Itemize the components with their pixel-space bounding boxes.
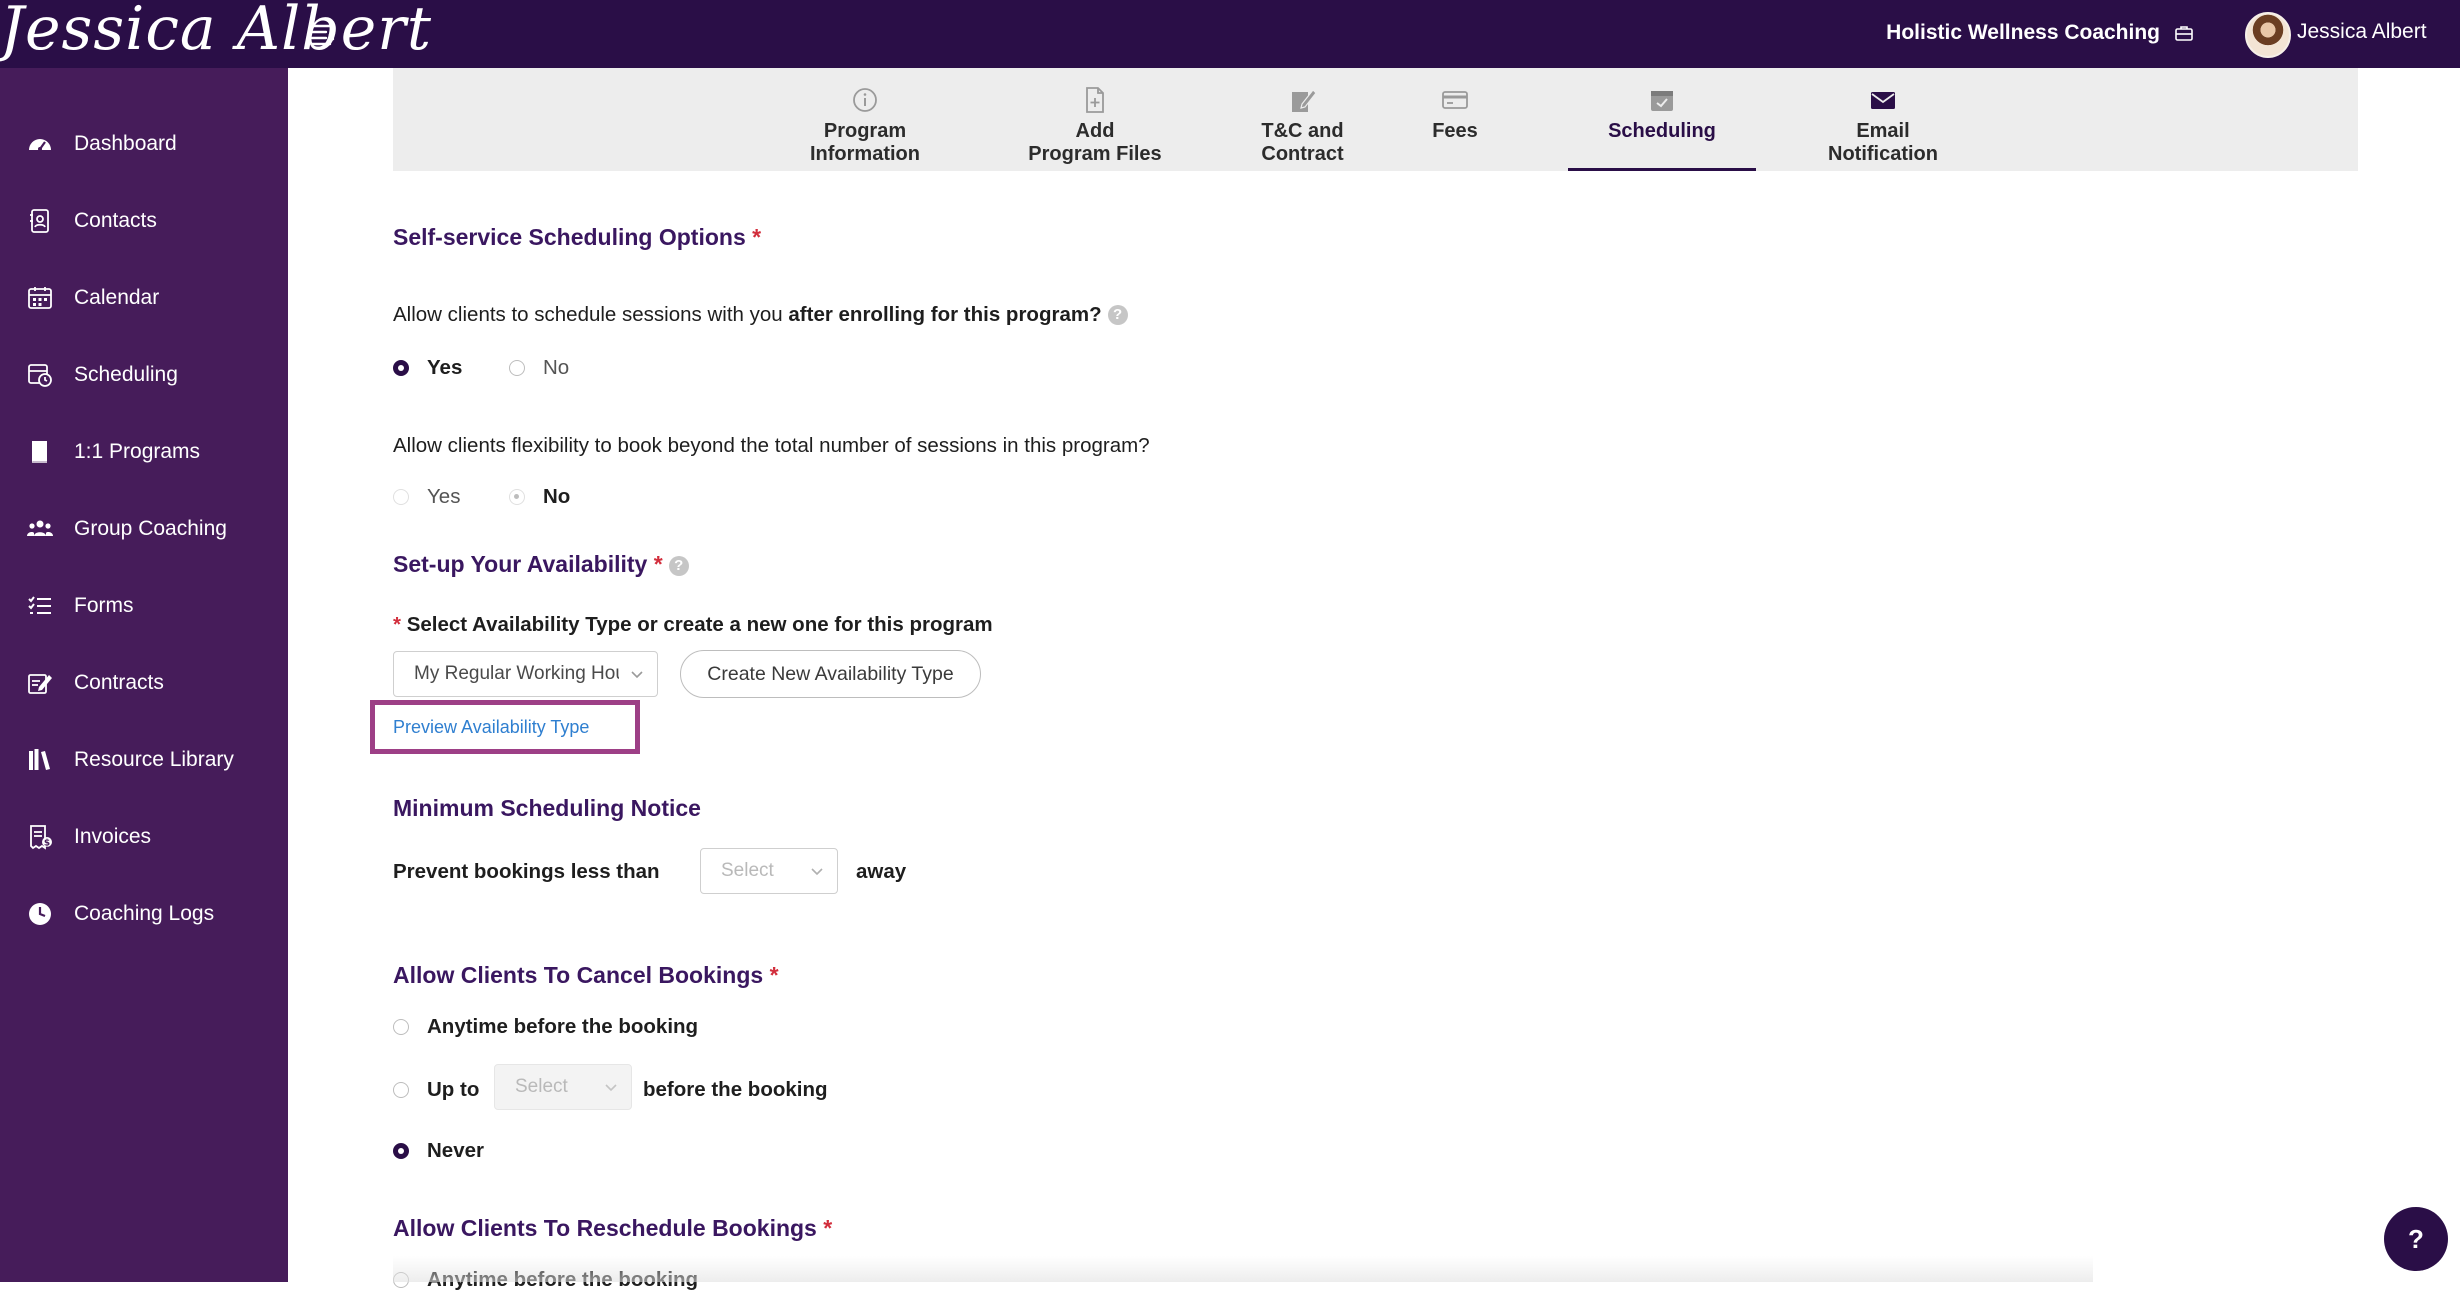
availability-type-select[interactable]: My Regular Working Hours <box>393 651 658 697</box>
book-icon <box>26 438 54 466</box>
sidebar-item-calendar[interactable]: Calendar <box>0 268 288 328</box>
sidebar-item-group-coaching[interactable]: Group Coaching <box>0 499 288 559</box>
sidebar-item-coaching-logs[interactable]: Coaching Logs <box>0 884 288 944</box>
sidebar-item-label: Calendar <box>74 286 160 309</box>
sidebar-item-contracts[interactable]: Contracts <box>0 653 288 713</box>
radio-selected[interactable] <box>393 1143 409 1159</box>
tab-scheduling[interactable]: Scheduling <box>1568 68 1756 171</box>
sidebar-item-label: Contacts <box>74 209 157 232</box>
top-bar: Jessica Albert Holistic Wellness Coachin… <box>0 0 2460 68</box>
avatar[interactable] <box>2245 12 2291 58</box>
sidebar-item-programs[interactable]: 1:1 Programs <box>0 422 288 482</box>
file-add-icon <box>1086 87 1104 113</box>
sidebar-item-label: 1:1 Programs <box>74 440 201 463</box>
question-book-beyond: Allow clients flexibility to book beyond… <box>393 434 1150 457</box>
calendar-check-icon <box>1651 91 1673 111</box>
clock-icon <box>26 900 54 928</box>
sidebar-item-label: Coaching Logs <box>74 902 215 925</box>
sidebar-item-label: Contracts <box>74 671 164 694</box>
radio-selected-disabled[interactable] <box>509 489 525 505</box>
radio-cancel-never[interactable]: Never <box>393 1139 484 1163</box>
sidebar-item-invoices[interactable]: $ Invoices <box>0 807 288 867</box>
min-notice-select[interactable]: Select <box>700 848 838 894</box>
chevron-down-icon <box>605 1084 617 1092</box>
program-tabs: Program Information Add Program Files T&C … <box>393 68 2358 171</box>
radio-unselected[interactable] <box>509 360 525 376</box>
cancel-bookings-title: Allow Clients To Cancel Bookings * <box>393 962 779 988</box>
svg-text:$: $ <box>44 839 50 849</box>
group-icon <box>26 515 54 543</box>
sidebar-item-dashboard[interactable]: Dashboard <box>0 114 288 174</box>
help-button[interactable]: ? <box>2384 1207 2448 1271</box>
sidebar-item-contacts[interactable]: Contacts <box>0 191 288 251</box>
menu-toggle-icon[interactable] <box>309 20 337 48</box>
tab-fees[interactable]: Fees <box>1420 68 1490 171</box>
min-notice-prefix: Prevent bookings less than <box>393 860 660 883</box>
contract-icon <box>26 669 54 697</box>
self-service-title: Self-service Scheduling Options * <box>393 224 762 250</box>
library-icon <box>26 746 54 774</box>
reschedule-bookings-title: Allow Clients To Reschedule Bookings * <box>393 1215 833 1241</box>
calendar-icon <box>26 284 54 312</box>
sidebar-item-forms[interactable]: Forms <box>0 576 288 636</box>
radio-unselected[interactable] <box>393 489 409 505</box>
tab-tc-contract[interactable]: T&C and Contract <box>1235 68 1370 171</box>
min-notice-title: Minimum Scheduling Notice <box>393 795 701 821</box>
tab-program-information[interactable]: Program Information <box>785 68 945 171</box>
briefcase-icon <box>2175 26 2193 41</box>
sidebar: Dashboard Contacts Calendar Scheduling 1… <box>0 68 288 1282</box>
business-name: Holistic Wellness Coaching <box>1886 21 2160 44</box>
radio-unselected[interactable] <box>393 1082 409 1098</box>
tab-add-program-files[interactable]: Add Program Files <box>1005 68 1185 171</box>
business-switcher[interactable]: Holistic Wellness Coaching <box>1886 21 2194 45</box>
scheduling-icon <box>26 361 54 389</box>
chevron-down-icon <box>631 671 643 679</box>
create-availability-button[interactable]: Create New Availability Type <box>680 650 981 698</box>
scroll-fade <box>393 1256 2093 1282</box>
dashboard-icon <box>26 130 54 158</box>
sidebar-item-label: Resource Library <box>74 748 234 771</box>
required-marker: * <box>752 224 762 250</box>
signature-icon <box>1291 89 1317 112</box>
sidebar-item-scheduling[interactable]: Scheduling <box>0 345 288 405</box>
sidebar-item-label: Scheduling <box>74 363 178 386</box>
min-notice-suffix: away <box>856 860 907 883</box>
envelope-icon <box>1871 92 1895 109</box>
question-schedule-after-enroll: Allow clients to schedule sessions with … <box>393 303 1128 327</box>
sidebar-item-label: Forms <box>74 594 134 617</box>
radio-cancel-upto[interactable]: Up to <box>393 1078 479 1102</box>
cancel-upto-suffix: before the booking <box>643 1078 828 1101</box>
contacts-icon <box>26 207 54 235</box>
radio-q1-no[interactable]: No <box>509 356 569 380</box>
card-icon <box>1442 91 1468 109</box>
forms-icon <box>26 592 54 620</box>
invoice-icon: $ <box>26 823 54 851</box>
brand-logo[interactable]: Jessica Albert <box>0 0 432 64</box>
sidebar-item-label: Dashboard <box>74 132 177 155</box>
preview-availability-link[interactable]: Preview Availability Type <box>370 700 640 754</box>
radio-q2-no[interactable]: No <box>509 485 570 509</box>
radio-q2-yes[interactable]: Yes <box>393 485 460 509</box>
cancel-upto-select[interactable]: Select <box>494 1064 632 1110</box>
info-icon <box>853 88 877 112</box>
help-icon[interactable]: ? <box>1107 305 1128 325</box>
sidebar-item-label: Invoices <box>74 825 152 848</box>
radio-q1-yes[interactable]: Yes <box>393 356 462 380</box>
user-name[interactable]: Jessica Albert <box>2297 20 2427 44</box>
radio-selected[interactable] <box>393 360 409 376</box>
sidebar-item-label: Group Coaching <box>74 517 227 540</box>
availability-type-label: * Select Availability Type or create a n… <box>393 613 993 636</box>
availability-title: Set-up Your Availability *? <box>393 551 689 578</box>
radio-unselected[interactable] <box>393 1019 409 1035</box>
help-icon[interactable]: ? <box>668 556 689 576</box>
tab-email-notification[interactable]: Email Notification <box>1793 68 1973 171</box>
radio-cancel-anytime[interactable]: Anytime before the booking <box>393 1015 698 1039</box>
sidebar-item-resource-library[interactable]: Resource Library <box>0 730 288 790</box>
chevron-down-icon <box>811 868 823 876</box>
